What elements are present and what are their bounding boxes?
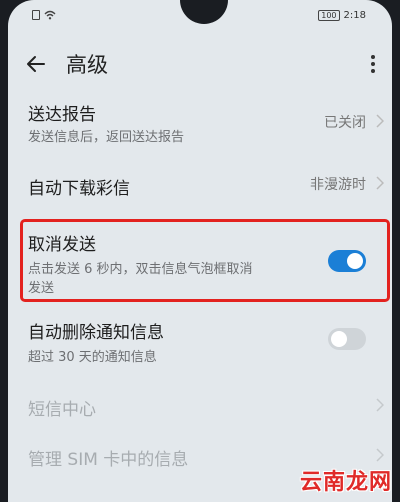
chevron-right-icon <box>376 448 384 462</box>
wifi-icon <box>44 10 56 20</box>
sim-icon <box>32 10 40 20</box>
chevron-right-icon <box>376 114 384 128</box>
setting-auto-delete-notifications[interactable]: 自动删除通知信息 超过 30 天的通知信息 <box>8 310 392 370</box>
setting-label: 短信中心 <box>28 400 96 420</box>
battery-icon: 100 <box>318 10 340 21</box>
toggle-knob <box>331 331 347 347</box>
setting-description: 超过 30 天的通知信息 <box>28 350 157 365</box>
status-time: 2:18 <box>343 10 366 21</box>
setting-auto-download-mms[interactable]: 自动下载彩信 非漫游时 <box>8 160 392 210</box>
setting-label: 自动下载彩信 <box>28 179 130 199</box>
setting-value: 非漫游时 <box>310 177 366 193</box>
setting-sms-center[interactable]: 短信中心 <box>8 385 392 425</box>
setting-label: 送达报告 <box>28 105 96 125</box>
app-bar: 高级 <box>8 46 392 82</box>
status-bar: 100 2:18 <box>8 10 392 26</box>
chevron-right-icon <box>376 176 384 190</box>
setting-delivery-report[interactable]: 送达报告 发送信息后，返回送达报告 已关闭 <box>8 92 392 154</box>
page-title: 高级 <box>66 53 108 77</box>
status-left <box>32 10 56 20</box>
highlight-box <box>20 219 390 302</box>
auto-delete-toggle[interactable] <box>328 328 366 350</box>
more-vert-icon[interactable] <box>368 52 378 76</box>
chevron-right-icon <box>376 398 384 412</box>
status-right: 100 2:18 <box>318 10 366 21</box>
setting-label: 管理 SIM 卡中的信息 <box>28 450 189 470</box>
setting-description: 发送信息后，返回送达报告 <box>28 130 185 145</box>
setting-label: 自动删除通知信息 <box>28 323 164 343</box>
phone-screen: 100 2:18 高级 送达报告 发送信息后，返回送达报告 已关闭 自动下载彩信… <box>8 0 392 502</box>
setting-value: 已关闭 <box>324 115 366 131</box>
watermark-logo: 云南龙网 <box>299 470 392 495</box>
back-arrow-icon[interactable] <box>24 52 48 76</box>
